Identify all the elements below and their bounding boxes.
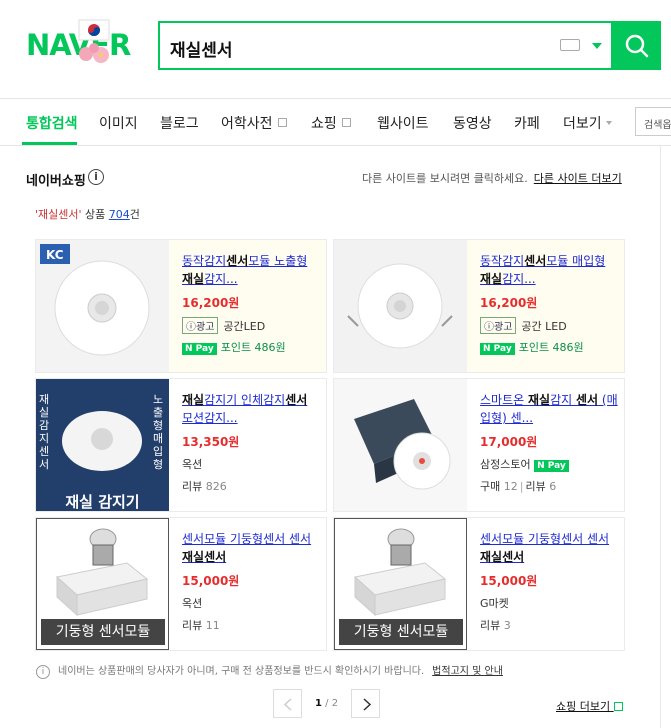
seller-name[interactable]: 삼정스토어	[480, 458, 531, 471]
product-title[interactable]: 센서모듈 기둥형센서 센서 재실센서	[480, 530, 620, 568]
tab-cafe[interactable]: 카페	[514, 113, 540, 133]
active-tab-indicator	[22, 142, 77, 145]
product-card[interactable]: KC 동작감지센서모듈 노출형 재실감지... 16,200원 ⓘ광고 공간LED…	[35, 239, 327, 373]
tab-shopping-label: 쇼핑	[311, 116, 337, 132]
product-image[interactable]	[334, 379, 467, 511]
image-caption: 기둥형 센서모듈	[41, 619, 165, 645]
npay-badge: N Pay	[480, 343, 515, 355]
product-image[interactable]: 기둥형 센서모듈	[334, 518, 467, 650]
review-info: 리뷰 826	[182, 480, 227, 493]
image-side-left: 재실감지센서	[39, 393, 50, 471]
shopping-more-link[interactable]: 쇼핑 더보기	[556, 698, 623, 714]
product-price: 15,000원	[480, 574, 538, 588]
tab-dictionary[interactable]: 어학사전	[221, 113, 287, 133]
naver-logo[interactable]: NAVER	[26, 18, 146, 66]
external-link-icon	[341, 118, 351, 127]
search-tabs: 통합검색 이미지 블로그 어학사전 쇼핑 웹사이트 동영상 카페 더보기 검색옵	[0, 99, 671, 146]
search-button[interactable]	[613, 21, 661, 70]
other-sites-text: 다른 사이트를 보시려면 클릭하세요.	[362, 172, 528, 185]
seller-name[interactable]: 옥션	[182, 456, 322, 472]
count-keyword: '재실센서'	[35, 208, 82, 221]
product-image[interactable]: KC	[36, 240, 169, 372]
tab-video[interactable]: 동영상	[453, 113, 492, 133]
product-price: 13,350원	[182, 435, 240, 449]
product-card[interactable]: 기둥형 센서모듈 센서모듈 기둥형센서 센서 재실센서 15,000원 G마켓 …	[333, 517, 625, 651]
seller-name[interactable]: 공간 LED	[521, 320, 566, 333]
product-title[interactable]: 재실감지기 인체감지센서 모션감지...	[182, 391, 322, 429]
count-number[interactable]: 704	[109, 208, 130, 221]
external-link-icon	[277, 118, 287, 127]
other-sites-link[interactable]: 다른 사이트 더보기	[534, 172, 622, 185]
product-image[interactable]	[334, 240, 467, 372]
autocomplete-toggle-icon[interactable]	[592, 43, 602, 49]
section-title: 네이버쇼핑	[26, 174, 86, 189]
ad-badge[interactable]: ⓘ광고	[182, 317, 219, 334]
tab-integrated[interactable]: 통합검색	[26, 113, 78, 133]
taegukgi-flag-icon	[78, 19, 110, 63]
external-link-icon	[613, 702, 623, 711]
tab-dictionary-label: 어학사전	[221, 116, 273, 132]
product-image[interactable]: 재실감지센서 노출형 매입형 재실 감지기	[36, 379, 169, 511]
image-side-right: 노출형 매입형	[153, 393, 164, 471]
keyboard-icon[interactable]	[560, 39, 580, 51]
column-divider	[660, 146, 661, 728]
product-title[interactable]: 스마트온 재실감지 센서 (매입형) 센...	[480, 391, 620, 429]
disclaimer-notice: i 네이버는 상품판매의 당사자가 아니며, 구매 전 상품정보를 반드시 확인하…	[36, 662, 503, 679]
next-page-button[interactable]	[351, 689, 380, 718]
svg-text:KC: KC	[46, 248, 64, 262]
prev-page-button[interactable]	[273, 689, 302, 718]
product-price: 16,200원	[182, 296, 240, 310]
count-label: 상품	[85, 208, 106, 221]
image-caption: 기둥형 센서모듈	[339, 619, 463, 645]
chevron-right-icon	[363, 698, 372, 711]
tab-websites[interactable]: 웹사이트	[377, 113, 429, 133]
tab-blog[interactable]: 블로그	[160, 113, 199, 133]
product-title[interactable]: 동작감지센서모듈 매입형 재실감지...	[480, 252, 620, 290]
info-icon: i	[36, 665, 50, 679]
seller-name[interactable]: 옥션	[182, 595, 322, 611]
product-price: 17,000원	[480, 435, 538, 449]
product-title[interactable]: 센서모듈 기둥형센서 센서 재실센서	[182, 530, 322, 568]
other-sites-prompt: 다른 사이트를 보시려면 클릭하세요. 다른 사이트 더보기	[362, 170, 622, 186]
smart-sensor-box-image	[334, 379, 467, 511]
tab-shopping[interactable]: 쇼핑	[311, 113, 351, 133]
npay-badge: N Pay	[534, 460, 569, 472]
point-text: 포인트 486원	[220, 341, 286, 354]
product-card[interactable]: 기둥형 센서모듈 센서모듈 기둥형센서 센서 재실센서 15,000원 옥션 리…	[35, 517, 327, 651]
tab-more-label: 더보기	[563, 116, 602, 132]
product-card[interactable]: 재실감지센서 노출형 매입형 재실 감지기 재실감지기 인체감지센서 모션감지.…	[35, 378, 327, 512]
tab-images[interactable]: 이미지	[99, 113, 138, 133]
chevron-left-icon	[283, 698, 292, 711]
ceiling-sensor-image: KC	[36, 240, 169, 372]
product-count: '재실센서' 상품 704건	[35, 206, 140, 222]
npay-badge: N Pay	[182, 343, 217, 355]
page-indicator: 1 / 2	[315, 698, 339, 709]
review-info: 리뷰 3	[480, 619, 511, 632]
info-icon[interactable]: i	[88, 169, 104, 185]
legal-notice-link[interactable]: 법적고지 및 안내	[432, 666, 503, 677]
chevron-down-icon	[605, 121, 612, 125]
product-image[interactable]: 기둥형 센서모듈	[36, 518, 169, 650]
search-icon	[625, 34, 649, 58]
review-info: 리뷰 11	[182, 619, 220, 632]
header: NAVER 재실센서	[0, 0, 671, 99]
search-input[interactable]: 재실센서	[158, 21, 613, 70]
product-title[interactable]: 동작감지센서모듈 노출형 재실감지...	[182, 252, 322, 290]
point-text: 포인트 486원	[518, 341, 584, 354]
recessed-sensor-image	[334, 240, 467, 372]
image-caption: 재실 감지기	[65, 493, 140, 511]
product-price: 15,000원	[182, 574, 240, 588]
count-suffix: 건	[129, 208, 140, 221]
seller-name[interactable]: G마켓	[480, 595, 620, 611]
product-card[interactable]: 스마트온 재실감지 센서 (매입형) 센... 17,000원 삼정스토어 N …	[333, 378, 625, 512]
product-price: 16,200원	[480, 296, 538, 310]
seller-name[interactable]: 공간LED	[223, 320, 265, 333]
search-query: 재실센서	[170, 41, 233, 61]
tab-more[interactable]: 더보기	[563, 113, 612, 133]
search-options-button[interactable]: 검색옵	[635, 107, 671, 136]
notice-text: 네이버는 상품판매의 당사자가 아니며, 구매 전 상품정보를 반드시 확인하시…	[58, 666, 425, 677]
ad-badge[interactable]: ⓘ광고	[480, 317, 517, 334]
review-info: 구매 12 | 리뷰 6	[480, 480, 557, 493]
product-card[interactable]: 동작감지센서모듈 매입형 재실감지... 16,200원 ⓘ광고 공간 LED N…	[333, 239, 625, 373]
